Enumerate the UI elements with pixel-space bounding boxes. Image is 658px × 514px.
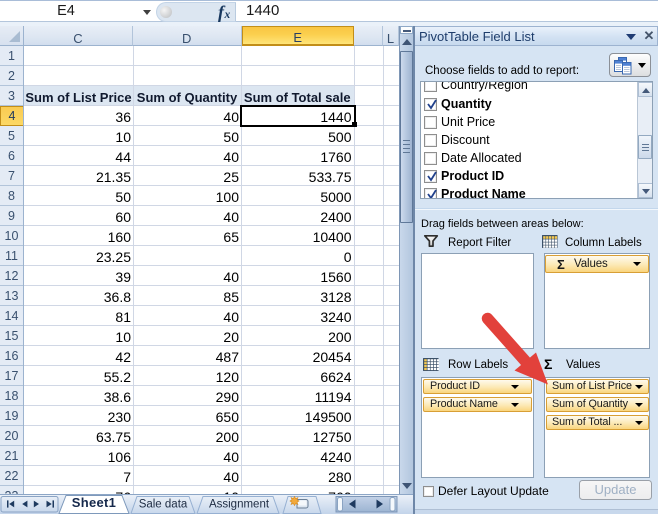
- svg-text:Assignment: Assignment: [209, 499, 270, 511]
- svg-text:Sale data: Sale data: [139, 499, 188, 511]
- svg-text:Sheet1: Sheet1: [72, 495, 116, 510]
